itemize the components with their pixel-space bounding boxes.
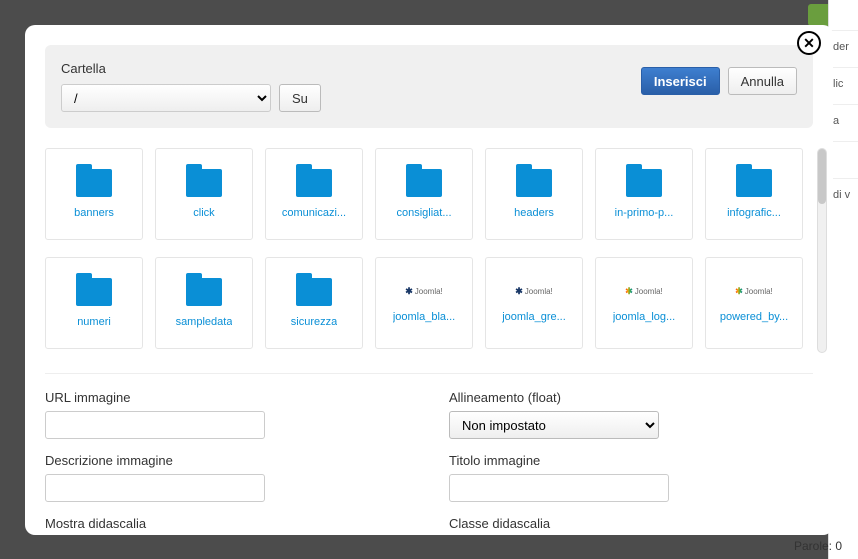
tile-label: sicurezza	[291, 316, 337, 328]
word-count: Parole: 0	[794, 539, 842, 553]
folder-icon	[186, 169, 222, 197]
folder-tile[interactable]: numeri	[45, 257, 143, 349]
caption-class-label: Classe didascalia	[449, 516, 813, 531]
folder-icon	[76, 278, 112, 306]
tile-label: joomla_log...	[613, 311, 675, 323]
up-button[interactable]: Su	[279, 84, 321, 112]
image-tile[interactable]: ✱Joomla! joomla_gre...	[485, 257, 583, 349]
image-thumbnail: ✱Joomla!	[719, 283, 789, 301]
bg-row: lic	[829, 67, 858, 104]
folder-icon	[406, 169, 442, 197]
image-tile[interactable]: ✱Joomla! joomla_bla...	[375, 257, 473, 349]
folder-tile[interactable]: click	[155, 148, 253, 240]
folder-tile[interactable]: headers	[485, 148, 583, 240]
file-grid: banners click comunicazi... consigliat... he…	[45, 148, 813, 353]
tile-label: headers	[514, 207, 554, 219]
bg-row: der	[829, 30, 858, 67]
folder-tile[interactable]: sicurezza	[265, 257, 363, 349]
tile-label: click	[193, 207, 214, 219]
title-input[interactable]	[449, 474, 669, 502]
caption-show-label: Mostra didascalia	[45, 516, 409, 531]
title-label: Titolo immagine	[449, 453, 813, 468]
bg-row	[829, 141, 858, 178]
folder-icon	[626, 169, 662, 197]
image-tile[interactable]: ✱Joomla! powered_by...	[705, 257, 803, 349]
tile-label: powered_by...	[720, 311, 788, 323]
tile-label: joomla_gre...	[502, 311, 566, 323]
browser-scrollbar[interactable]	[817, 148, 827, 353]
image-thumbnail: ✱Joomla!	[499, 283, 569, 301]
folder-tile[interactable]: consigliat...	[375, 148, 473, 240]
folder-icon	[76, 169, 112, 197]
image-tile[interactable]: ✱Joomla! joomla_log...	[595, 257, 693, 349]
toolbar: Cartella / Su Inserisci Annulla	[45, 45, 813, 128]
folder-tile[interactable]: banners	[45, 148, 143, 240]
url-label: URL immagine	[45, 390, 409, 405]
file-browser: banners click comunicazi... consigliat... he…	[45, 148, 813, 353]
align-select[interactable]: Non impostato	[449, 411, 659, 439]
folder-tile[interactable]: sampledata	[155, 257, 253, 349]
image-thumbnail: ✱Joomla!	[609, 283, 679, 301]
tile-label: banners	[74, 207, 114, 219]
folder-icon	[296, 169, 332, 197]
folder-icon	[296, 278, 332, 306]
bg-row: a	[829, 104, 858, 141]
align-label: Allineamento (float)	[449, 390, 813, 405]
folder-tile[interactable]: infografic...	[705, 148, 803, 240]
folder-tile[interactable]: in-primo-p...	[595, 148, 693, 240]
image-thumbnail: ✱Joomla!	[389, 283, 459, 301]
bg-row: di v	[829, 178, 858, 215]
close-icon: ✕	[803, 35, 815, 52]
close-button[interactable]: ✕	[797, 31, 821, 55]
url-input[interactable]	[45, 411, 265, 439]
tile-label: infografic...	[727, 207, 781, 219]
image-form: URL immagine Descrizione immagine Mostra…	[45, 373, 813, 535]
scrollbar-thumb[interactable]	[818, 149, 826, 204]
tile-label: sampledata	[176, 316, 233, 328]
tile-label: consigliat...	[396, 207, 451, 219]
insert-button[interactable]: Inserisci	[641, 67, 720, 95]
background-publish-button	[808, 4, 828, 26]
folder-icon	[736, 169, 772, 197]
tile-label: numeri	[77, 316, 111, 328]
folder-tile[interactable]: comunicazi...	[265, 148, 363, 240]
folder-path-select[interactable]: /	[61, 84, 271, 112]
media-manager-modal: ✕ Cartella / Su Inserisci Annulla banner…	[25, 25, 833, 535]
description-label: Descrizione immagine	[45, 453, 409, 468]
tile-label: joomla_bla...	[393, 311, 455, 323]
folder-icon	[186, 278, 222, 306]
tile-label: in-primo-p...	[615, 207, 674, 219]
tile-label: comunicazi...	[282, 207, 346, 219]
cancel-button[interactable]: Annulla	[728, 67, 797, 95]
folder-icon	[516, 169, 552, 197]
description-input[interactable]	[45, 474, 265, 502]
